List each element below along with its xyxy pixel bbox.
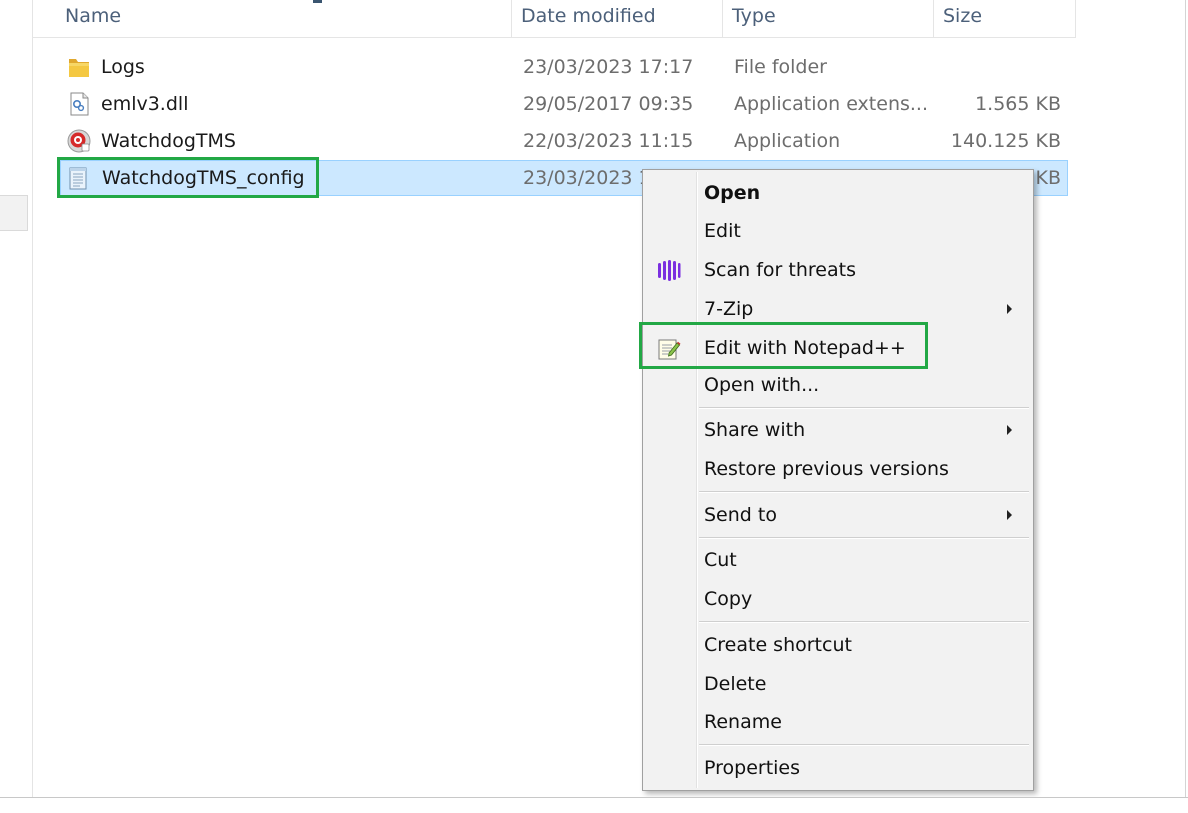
menu-item-7zip[interactable]: 7-Zip: [646, 291, 1030, 327]
menu-item-copy-label: Copy: [704, 588, 753, 610]
menu-item-create-shortcut[interactable]: Create shortcut: [646, 627, 1030, 663]
menu-item-open-with[interactable]: Open with...: [646, 367, 1030, 403]
menu-item-open-label: Open: [704, 182, 761, 204]
antivirus-scan-icon: [656, 258, 682, 284]
menu-item-restore-previous-versions[interactable]: Restore previous versions: [646, 451, 1030, 487]
menu-separator: [699, 744, 1029, 746]
menu-item-edit-with-notepadpp[interactable]: Edit with Notepad++: [646, 330, 1030, 366]
submenu-arrow-icon: [1007, 425, 1012, 435]
file-row-watchdogtms[interactable]: WatchdogTMS 22/03/2023 11:15 Application…: [60, 123, 1068, 159]
config-file-icon: [66, 165, 92, 191]
menu-item-send-to-label: Send to: [704, 504, 777, 526]
menu-item-send-to[interactable]: Send to: [646, 497, 1030, 533]
submenu-arrow-icon: [1007, 510, 1012, 520]
column-header-date-modified[interactable]: Date modified: [512, 0, 723, 37]
menu-item-copy[interactable]: Copy: [646, 581, 1030, 617]
menu-item-properties[interactable]: Properties: [646, 750, 1030, 786]
column-header-bar: Name Date modified Type Size: [32, 0, 1076, 38]
menu-item-rename[interactable]: Rename: [646, 704, 1030, 740]
menu-item-share-with-label: Share with: [704, 419, 806, 441]
file-date: 23/03/2023 17:17: [523, 56, 694, 78]
column-header-size[interactable]: Size: [934, 0, 1076, 37]
file-date: 22/03/2023 11:15: [523, 130, 694, 152]
menu-item-scan-for-threats[interactable]: Scan for threats: [646, 252, 1030, 288]
menu-item-edit[interactable]: Edit: [646, 213, 1030, 249]
file-name: WatchdogTMS: [101, 130, 236, 152]
folder-icon: [66, 54, 92, 80]
window-bottom-edge: [0, 797, 1188, 813]
context-menu: Open Edit Scan for threats 7-Zip Edit wi…: [642, 169, 1034, 791]
menu-separator: [699, 537, 1029, 539]
submenu-arrow-icon: [1007, 304, 1012, 314]
menu-item-properties-label: Properties: [704, 757, 801, 779]
menu-item-delete-label: Delete: [704, 673, 767, 695]
menu-item-scan-label: Scan for threats: [704, 259, 856, 281]
notepadpp-icon: [656, 336, 682, 362]
menu-item-rename-label: Rename: [704, 711, 782, 733]
file-name: WatchdogTMS_config: [102, 167, 305, 189]
file-type: Application: [734, 130, 841, 152]
column-header-type[interactable]: Type: [723, 0, 934, 37]
menu-item-open-with-label: Open with...: [704, 374, 820, 396]
menu-item-notepadpp-label: Edit with Notepad++: [704, 337, 906, 359]
menu-item-7zip-label: 7-Zip: [704, 298, 754, 320]
menu-item-edit-label: Edit: [704, 220, 741, 242]
file-date: 29/05/2017 09:35: [523, 93, 694, 115]
menu-item-restore-label: Restore previous versions: [704, 458, 949, 480]
file-size: 1.565 KB: [975, 93, 1061, 115]
file-name: emlv3.dll: [101, 93, 189, 115]
menu-separator: [699, 621, 1029, 623]
column-header-name[interactable]: Name: [32, 0, 512, 37]
file-row-emlv3-dll[interactable]: emlv3.dll 29/05/2017 09:35 Application e…: [60, 86, 1068, 122]
menu-item-create-shortcut-label: Create shortcut: [704, 634, 852, 656]
navigation-pane-selected-item[interactable]: [0, 195, 28, 231]
dll-file-icon: [66, 91, 92, 117]
menu-item-share-with[interactable]: Share with: [646, 412, 1030, 448]
application-icon: [66, 128, 92, 154]
menu-item-cut[interactable]: Cut: [646, 542, 1030, 578]
file-type: File folder: [734, 56, 827, 78]
menu-item-open[interactable]: Open: [646, 175, 1030, 211]
file-type: Application extens...: [734, 93, 926, 115]
menu-item-delete[interactable]: Delete: [646, 666, 1030, 702]
file-row-logs[interactable]: Logs 23/03/2023 17:17 File folder: [60, 49, 1068, 85]
navigation-pane[interactable]: [0, 0, 33, 812]
file-size: 140.125 KB: [950, 130, 1061, 152]
file-name: Logs: [101, 56, 145, 78]
file-size: [930, 49, 1061, 85]
menu-separator: [699, 491, 1029, 493]
menu-separator: [699, 407, 1029, 409]
menu-item-cut-label: Cut: [704, 549, 737, 571]
